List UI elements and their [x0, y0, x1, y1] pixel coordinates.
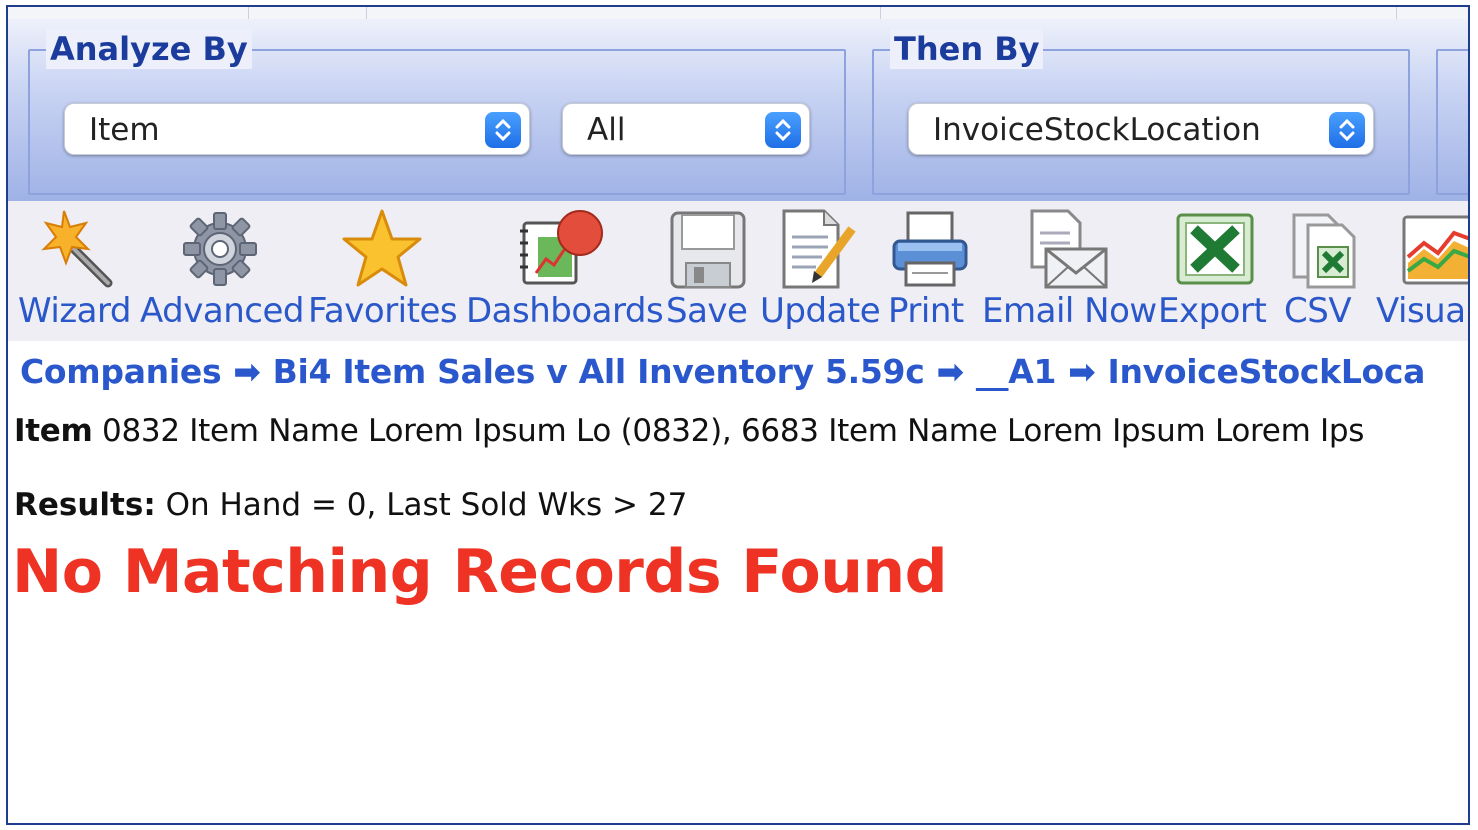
analyze-by-select[interactable]: Item — [64, 103, 530, 155]
arrow-right-icon: ➡ — [233, 352, 261, 391]
advanced-label: Advanced — [140, 291, 304, 331]
analyze-by-select-value: Item — [89, 112, 160, 148]
dashboard-icon — [520, 210, 603, 285]
analyze-by-scope-value: All — [587, 112, 626, 148]
chevron-updown-icon — [1329, 112, 1365, 148]
item-filter-line: Item 0832 Item Name Lorem Ipsum Lo (0832… — [14, 413, 1364, 449]
chart-icon — [1402, 215, 1468, 285]
chevron-updown-icon — [765, 112, 801, 148]
arrow-right-icon: ➡ — [936, 352, 964, 391]
arrow-right-icon: ➡ — [1068, 352, 1096, 391]
toolbar: Wizard Advanced Favorites Dashboards Sav… — [8, 201, 1468, 341]
chevron-updown-icon — [485, 112, 521, 148]
csv-label: CSV — [1284, 291, 1352, 331]
print-label: Print — [888, 291, 964, 331]
analyze-by-group: Analyze By Item All — [28, 29, 846, 195]
email-icon — [1030, 209, 1108, 289]
favorites-label: Favorites — [308, 291, 458, 331]
item-filter-label: Item — [14, 413, 93, 449]
analyze-by-legend: Analyze By — [46, 29, 252, 69]
report-frame: Analyze By Item All Then By InvoiceStock… — [6, 5, 1470, 825]
item-filter-value: 0832 Item Name Lorem Ipsum Lo (0832), 66… — [102, 413, 1365, 449]
star-icon — [342, 209, 422, 287]
printer-icon — [892, 211, 968, 287]
excel-icon — [1176, 213, 1254, 285]
then-by-group: Then By InvoiceStockLocation — [872, 29, 1410, 195]
update-label: Update — [760, 291, 881, 331]
no-records-message: No Matching Records Found — [12, 537, 948, 607]
results-value: On Hand = 0, Last Sold Wks > 27 — [165, 487, 688, 523]
analyze-by-scope-select[interactable]: All — [562, 103, 810, 155]
wizard-label: Wizard — [18, 291, 131, 331]
dashboards-label: Dashboards — [466, 291, 664, 331]
email-now-label: Email Now — [982, 291, 1157, 331]
results-line: Results: On Hand = 0, Last Sold Wks > 27 — [14, 487, 687, 523]
visual-label: Visual — [1376, 291, 1470, 331]
then-by-select[interactable]: InvoiceStockLocation — [908, 103, 1374, 155]
breadcrumb-item-report[interactable]: Bi4 Item Sales v All Inventory 5.59c — [273, 352, 925, 391]
floppy-disk-icon — [670, 211, 746, 289]
breadcrumb-item-a1[interactable]: __A1 — [976, 352, 1057, 391]
export-label: Export — [1158, 291, 1267, 331]
third-group-partial — [1436, 49, 1468, 195]
breadcrumb-item-companies[interactable]: Companies — [20, 352, 222, 391]
breadcrumb: Companies ➡ Bi4 Item Sales v All Inventory… — [20, 352, 1425, 391]
magic-wand-icon — [41, 210, 113, 288]
then-by-select-value: InvoiceStockLocation — [933, 112, 1261, 148]
save-label: Save — [666, 291, 748, 331]
results-label: Results: — [14, 487, 156, 523]
gear-icon — [183, 212, 257, 286]
then-by-legend: Then By — [890, 29, 1044, 69]
breadcrumb-item-invoice-stock-location[interactable]: InvoiceStockLoca — [1107, 352, 1425, 391]
analyze-band: Analyze By Item All Then By InvoiceStock… — [8, 19, 1468, 201]
edit-document-icon — [782, 209, 856, 289]
csv-file-icon — [1292, 213, 1356, 289]
